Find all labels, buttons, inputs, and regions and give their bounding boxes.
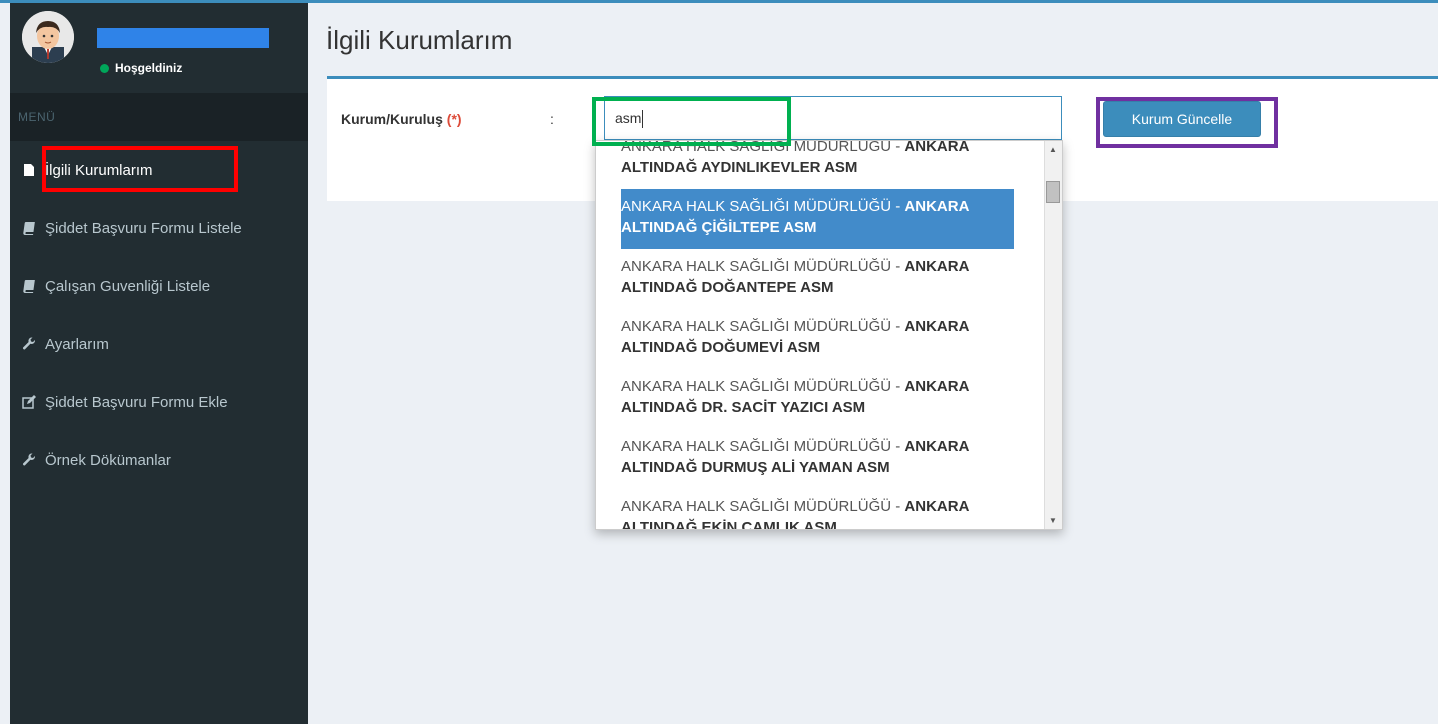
wrench-icon [22, 337, 35, 350]
autocomplete-dropdown: ANKARA HALK SAĞLIĞI MÜDÜRLÜĞÜ - ANKARA A… [595, 140, 1063, 530]
sidebar-item-label: Şiddet Başvuru Formu Listele [45, 219, 242, 237]
autocomplete-option[interactable]: ANKARA HALK SAĞLIĞI MÜDÜRLÜĞÜ - ANKARA A… [596, 369, 1042, 429]
annotation-purple-box [1096, 97, 1278, 148]
page-title: İlgili Kurumlarım [326, 25, 513, 55]
autocomplete-list: ANKARA HALK SAĞLIĞI MÜDÜRLÜĞÜ - ANKARA A… [596, 141, 1042, 529]
required-mark: (*) [446, 111, 462, 127]
sidebar-item-siddet-basvuru-ekle[interactable]: Şiddet Başvuru Formu Ekle [10, 373, 308, 431]
sidebar: Hoşgeldiniz MENÜ İlgili Kurumlarım Şidde… [10, 3, 308, 724]
autocomplete-option[interactable]: ANKARA HALK SAĞLIĞI MÜDÜRLÜĞÜ - ANKARA A… [596, 489, 1042, 529]
option-prefix: ANKARA HALK SAĞLIĞI MÜDÜRLÜĞÜ - [621, 498, 905, 515]
status-text: Hoşgeldiniz [115, 61, 183, 75]
option-prefix: ANKARA HALK SAĞLIĞI MÜDÜRLÜĞÜ - [621, 438, 905, 455]
scroll-down-icon[interactable]: ▼ [1049, 516, 1057, 525]
autocomplete-option[interactable]: ANKARA HALK SAĞLIĞI MÜDÜRLÜĞÜ - ANKARA A… [596, 309, 1042, 369]
menu-header: MENÜ [10, 93, 308, 141]
autocomplete-option[interactable]: ANKARA HALK SAĞLIĞI MÜDÜRLÜĞÜ - ANKARA A… [596, 141, 1042, 189]
edit-icon [22, 395, 36, 409]
sidebar-item-ornek-dokumanlar[interactable]: Örnek Dökümanlar [10, 431, 308, 489]
sidebar-item-label: Örnek Dökümanlar [45, 451, 171, 469]
autocomplete-option[interactable]: ANKARA HALK SAĞLIĞI MÜDÜRLÜĞÜ - ANKARA A… [596, 429, 1042, 489]
kurum-field-label: Kurum/Kuruluş (*) [341, 111, 462, 127]
field-label-text: Kurum/Kuruluş [341, 111, 443, 127]
option-prefix: ANKARA HALK SAĞLIĞI MÜDÜRLÜĞÜ - [621, 378, 905, 395]
sidebar-item-label: Şiddet Başvuru Formu Ekle [45, 393, 228, 411]
option-prefix: ANKARA HALK SAĞLIĞI MÜDÜRLÜĞÜ - [621, 198, 905, 215]
annotation-green-box [592, 97, 791, 146]
sidebar-menu: İlgili Kurumlarım Şiddet Başvuru Formu L… [10, 141, 308, 489]
book-icon [23, 280, 35, 293]
sidebar-item-label: Çalışan Guvenliği Listele [45, 277, 211, 295]
autocomplete-option-highlighted[interactable]: ANKARA HALK SAĞLIĞI MÜDÜRLÜĞÜ - ANKARA A… [621, 189, 1014, 249]
sidebar-item-siddet-basvuru-listele[interactable]: Şiddet Başvuru Formu Listele [10, 199, 308, 257]
sidebar-item-calisan-guvenligi-listele[interactable]: Çalışan Guvenliği Listele [10, 257, 308, 315]
scrollbar-thumb[interactable] [1046, 181, 1060, 203]
annotation-red-box [42, 146, 238, 192]
dropdown-scrollbar[interactable]: ▲ ▼ [1044, 141, 1062, 529]
sidebar-item-ayarlarim[interactable]: Ayarlarım [10, 315, 308, 373]
online-status-icon [100, 63, 109, 73]
user-avatar [22, 11, 74, 63]
sidebar-item-label: Ayarlarım [45, 335, 109, 353]
user-panel: Hoşgeldiniz [10, 3, 308, 93]
autocomplete-option[interactable]: ANKARA HALK SAĞLIĞI MÜDÜRLÜĞÜ - ANKARA A… [596, 249, 1042, 309]
option-prefix: ANKARA HALK SAĞLIĞI MÜDÜRLÜĞÜ - [621, 258, 905, 275]
scroll-up-icon[interactable]: ▲ [1049, 145, 1057, 154]
user-name-redacted [97, 28, 269, 48]
user-status: Hoşgeldiniz [100, 61, 182, 75]
file-icon [24, 164, 34, 176]
book-icon [23, 222, 35, 235]
option-prefix: ANKARA HALK SAĞLIĞI MÜDÜRLÜĞÜ - [621, 318, 905, 335]
label-colon: : [550, 111, 554, 127]
wrench-icon [22, 453, 35, 466]
